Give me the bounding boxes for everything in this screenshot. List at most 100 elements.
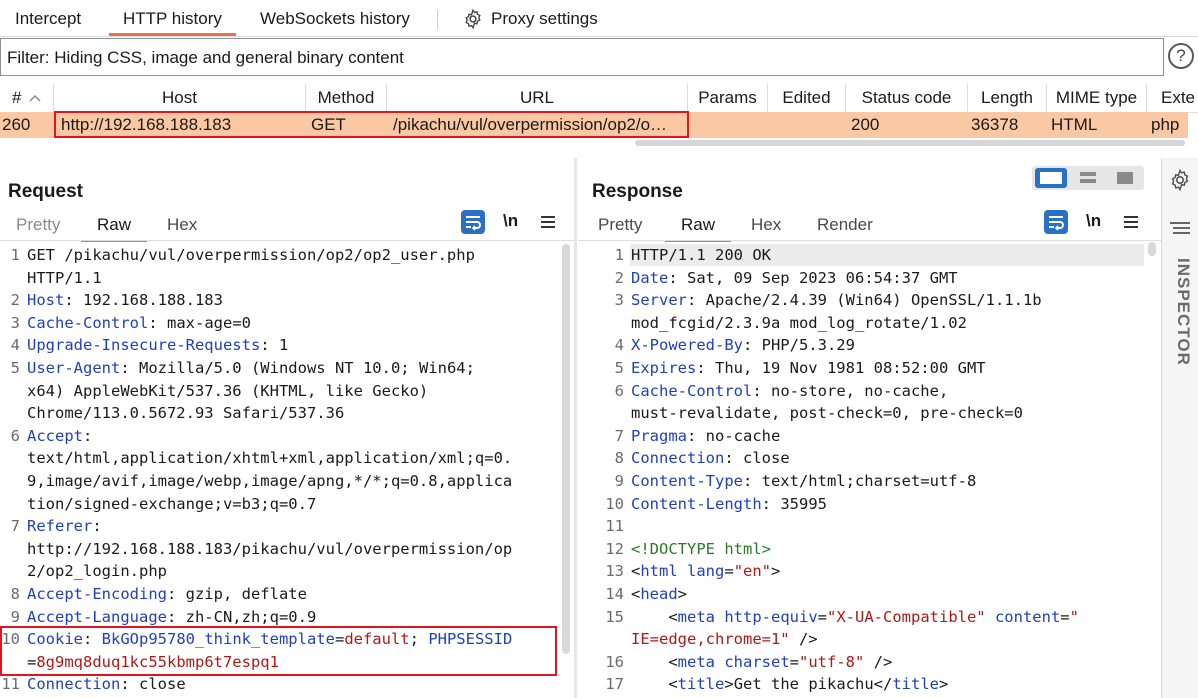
code-line: 2 Host: 192.168.188.183 — [10, 291, 223, 310]
tab-intercept[interactable]: Intercept — [15, 0, 81, 36]
list-icon[interactable] — [1170, 220, 1190, 236]
proxy-tab-bar: Intercept HTTP history WebSockets histor… — [0, 0, 1198, 37]
header-value: : close — [724, 449, 790, 468]
header-name: User-Agent — [27, 358, 121, 377]
header-name: Connection — [631, 449, 725, 468]
code-line: mod_fcgid/2.3.9a mod_log_rotate/1.02 — [604, 312, 1144, 335]
column-header-host[interactable]: Host — [54, 84, 306, 112]
request-tab-hex[interactable]: Hex — [167, 214, 197, 240]
layout-stacked-button[interactable] — [1072, 168, 1104, 188]
gear-icon[interactable] — [1168, 168, 1192, 192]
html-bracket: /> — [789, 630, 818, 649]
html-attr: content — [985, 607, 1061, 626]
code-line: 3 Server: Apache/2.4.39 (Win64) OpenSSL/1… — [614, 291, 1042, 310]
hamburger-icon[interactable] — [1124, 213, 1138, 231]
row-length: 36378 — [971, 115, 1019, 134]
html-text: Get the pikachu — [733, 675, 874, 694]
word-wrap-icon[interactable] — [461, 210, 485, 234]
response-tab-raw[interactable]: Raw — [664, 214, 732, 242]
code-line: 5 Expires: Thu, 19 Nov 1981 08:52:00 GMT — [614, 358, 986, 377]
layout-single-button[interactable] — [1109, 168, 1141, 188]
code-line: 9,image/avif,image/webp,image/apng,*/*;q… — [0, 470, 552, 493]
header-value: must-revalidate, post-check=0, pre-check… — [631, 404, 1023, 423]
pane-divider[interactable] — [574, 158, 577, 698]
html-bracket: > — [771, 562, 781, 581]
html-attr-value: IE=edge,chrome=1" — [631, 630, 790, 649]
code-line: 7 Referer: — [10, 517, 102, 536]
help-icon[interactable]: ? — [1168, 43, 1194, 69]
header-value: : Mozilla/5.0 (Windows NT 10.0; Win64; — [120, 358, 475, 377]
header-value: text/html,application/xhtml+xml,applicat… — [27, 449, 513, 468]
column-header-edited[interactable]: Edited — [768, 84, 846, 112]
html-bracket: /> — [864, 652, 893, 671]
html-attr-value: "en" — [733, 562, 772, 581]
table-horizontal-scrollbar[interactable] — [635, 140, 1185, 146]
gear-icon — [465, 8, 481, 30]
header-value: : Thu, 19 Nov 1981 08:52:00 GMT — [696, 358, 986, 377]
response-raw-editor[interactable]: 1 HTTP/1.1 200 OK 2 Date: Sat, 09 Sep 2023… — [604, 244, 1144, 696]
header-name: Cache-Control — [27, 313, 149, 332]
request-vertical-scrollbar[interactable] — [562, 244, 570, 654]
header-value: : max-age=0 — [148, 313, 251, 332]
header-value: http://192.168.188.183/pikachu/vul/overp… — [27, 539, 513, 558]
layout-side-by-side-button[interactable] — [1035, 168, 1067, 188]
sort-asc-icon — [29, 94, 41, 102]
newline-toggle-button[interactable]: \n — [503, 211, 518, 231]
html-attr: charset — [715, 652, 790, 671]
html-bracket: < — [631, 562, 641, 581]
tab-http-history[interactable]: HTTP history — [109, 0, 236, 36]
inspector-label[interactable]: INSPECTOR — [1167, 258, 1193, 366]
header-name: Server — [631, 291, 687, 310]
row-highlight-box — [54, 111, 689, 138]
column-header-number[interactable]: # — [0, 84, 54, 112]
code-line: 6 Accept: — [10, 426, 93, 445]
html-eq: = — [817, 607, 827, 626]
column-header-url[interactable]: URL — [387, 84, 688, 112]
html-attr-value: "X-UA-Compatible" — [827, 607, 986, 626]
column-header-extension[interactable]: Exte — [1147, 84, 1198, 112]
response-vertical-scrollbar[interactable] — [1148, 242, 1156, 256]
code-line: 15 <meta http-equiv="X-UA-Compatible" co… — [605, 607, 1079, 626]
word-wrap-icon[interactable] — [1044, 210, 1068, 234]
code-line: 12 <!DOCTYPE html> — [604, 538, 1144, 561]
tab-separator — [437, 9, 438, 29]
layout-toggle-group — [1032, 166, 1144, 190]
request-tab-pretty[interactable]: Pretty — [16, 214, 60, 240]
code-line: tion/signed-exchange;v=b3;q=0.7 — [0, 493, 552, 516]
row-mime-type: HTML — [1051, 115, 1098, 134]
response-tab-hex[interactable]: Hex — [751, 214, 781, 240]
code-line: 17 <title>Get the pikachu</title> — [605, 675, 949, 694]
hamburger-icon[interactable] — [541, 213, 555, 231]
header-value: : Apache/2.4.39 (Win64) OpenSSL/1.1.1b — [687, 291, 1042, 310]
filter-bar[interactable]: Filter: Hiding CSS, image and general bi… — [0, 38, 1164, 76]
header-value: : 35995 — [761, 494, 827, 513]
html-tag: title — [677, 675, 725, 694]
column-header-mime-type[interactable]: MIME type — [1047, 84, 1147, 112]
doctype: <!DOCTYPE html> — [631, 539, 771, 558]
column-header-params[interactable]: Params — [688, 84, 768, 112]
response-tab-pretty[interactable]: Pretty — [598, 214, 642, 240]
newline-toggle-button[interactable]: \n — [1086, 211, 1101, 231]
column-header-number-label: # — [12, 88, 22, 107]
request-header-separator — [0, 240, 574, 241]
html-attr: http-equiv — [715, 607, 818, 626]
response-tab-render[interactable]: Render — [817, 214, 873, 240]
header-value: : PHP/5.3.29 — [742, 336, 855, 355]
column-header-status-code[interactable]: Status code — [846, 84, 968, 112]
request-tab-raw[interactable]: Raw — [80, 214, 148, 242]
row-extension: php — [1151, 115, 1180, 134]
code-line: 10 Content-Length: 35995 — [605, 494, 827, 513]
tab-websockets-history[interactable]: WebSockets history — [260, 0, 410, 36]
html-eq: = — [789, 652, 799, 671]
header-value: : — [92, 517, 102, 536]
code-line: 11 — [605, 517, 624, 536]
column-header-length[interactable]: Length — [968, 84, 1047, 112]
column-header-method[interactable]: Method — [306, 84, 387, 112]
header-name: X-Powered-By — [631, 336, 743, 355]
html-bracket: < — [631, 675, 678, 694]
code-line: 16 <meta charset="utf-8" /> — [605, 652, 893, 671]
header-name: Upgrade-Insecure-Requests — [27, 336, 261, 355]
html-bracket: > — [724, 675, 734, 694]
html-tag: title — [892, 675, 940, 694]
code-line: 13 <html lang="en"> — [605, 562, 781, 581]
